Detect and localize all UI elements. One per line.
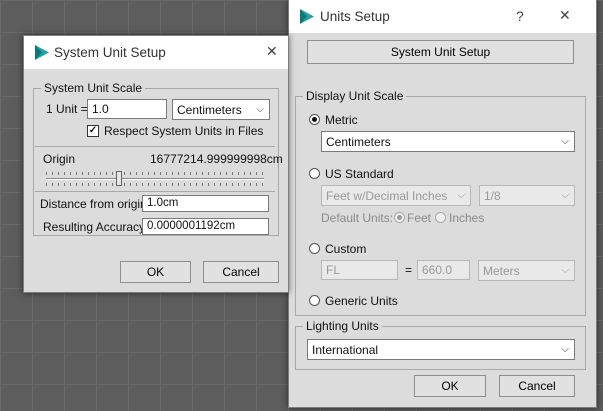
system-unit-scale-label: System Unit Scale — [41, 81, 146, 95]
display-unit-scale-group: Display Unit Scale — [295, 89, 586, 316]
close-icon[interactable]: ✕ — [559, 7, 571, 24]
one-unit-value: 1.0 — [92, 102, 109, 116]
metric-label: Metric — [325, 113, 358, 127]
distance-from-origin-label: Distance from origin: — [40, 197, 151, 211]
slider-ticks-bottom — [46, 183, 264, 186]
custom-unit-value: Meters — [483, 264, 520, 278]
system-unit-value: Centimeters — [177, 103, 242, 117]
help-button[interactable]: ? — [516, 8, 524, 24]
3ds-max-icon — [35, 45, 49, 60]
units-setup-cancel-button[interactable]: Cancel — [499, 375, 575, 397]
chevron-down-icon: ⌵ — [561, 190, 569, 201]
chevron-down-icon: ⌵ — [457, 190, 465, 201]
system-unit-select[interactable]: Centimeters ⌵ — [172, 99, 270, 120]
lighting-units-select[interactable]: International ⌵ — [307, 339, 575, 360]
system-unit-setup-title: System Unit Setup — [54, 45, 166, 60]
origin-value: 16777214.999999998cm — [150, 152, 283, 166]
one-unit-label: 1 Unit = — [46, 102, 88, 116]
resulting-accuracy-label: Resulting Accuracy: — [43, 220, 149, 234]
lighting-units-label: Lighting Units — [303, 319, 382, 333]
units-setup-title: Units Setup — [320, 9, 390, 24]
custom-equals-label: = — [405, 263, 413, 277]
distance-from-origin-input[interactable]: 1.0cm — [142, 195, 269, 212]
3ds-max-icon — [300, 9, 314, 24]
units-setup-dialog: Units Setup ? ✕ System Unit Setup Displa… — [288, 0, 597, 408]
respect-system-units-label: Respect System Units in Files — [104, 124, 264, 138]
chevron-down-icon: ⌵ — [561, 136, 569, 147]
custom-label: Custom — [325, 242, 367, 256]
us-fraction-select[interactable]: 1/8 ⌵ — [479, 185, 575, 206]
chevron-down-icon: ⌵ — [561, 344, 569, 355]
distance-divider — [35, 191, 275, 192]
resulting-accuracy-input[interactable]: 0.0000001192cm — [142, 218, 269, 235]
distance-from-origin-value: 1.0cm — [147, 197, 179, 209]
origin-divider — [35, 146, 275, 147]
system-unit-setup-button[interactable]: System Unit Setup — [307, 40, 574, 64]
default-units-label: Default Units: — [321, 211, 394, 225]
generic-units-radio[interactable] — [309, 295, 320, 306]
close-icon[interactable]: ✕ — [266, 43, 278, 60]
metric-unit-value: Centimeters — [326, 135, 391, 149]
us-standard-value: Feet w/Decimal Inches — [326, 189, 448, 203]
display-unit-scale-label: Display Unit Scale — [303, 89, 407, 103]
system-unit-setup-titlebar[interactable]: System Unit Setup ✕ — [24, 36, 288, 69]
us-standard-radio[interactable] — [309, 168, 320, 179]
origin-label: Origin — [43, 152, 76, 166]
slider-ticks — [46, 172, 264, 175]
metric-radio[interactable] — [309, 114, 320, 125]
us-standard-label: US Standard — [325, 167, 394, 181]
origin-slider[interactable] — [46, 169, 264, 191]
custom-radio[interactable] — [309, 243, 320, 254]
chevron-down-icon: ⌵ — [256, 104, 264, 115]
chevron-down-icon: ⌵ — [561, 265, 569, 276]
system-unit-ok-button[interactable]: OK — [120, 261, 191, 283]
us-fraction-value: 1/8 — [484, 189, 501, 203]
feet-label: Feet — [407, 211, 432, 225]
system-unit-cancel-button[interactable]: Cancel — [203, 261, 279, 283]
generic-units-label: Generic Units — [325, 294, 398, 308]
inches-radio[interactable] — [435, 212, 446, 223]
respect-system-units-checkbox[interactable]: ✓ — [87, 125, 99, 137]
custom-name-input[interactable]: FL — [321, 260, 398, 280]
slider-thumb[interactable] — [116, 171, 122, 186]
custom-unit-select[interactable]: Meters ⌵ — [478, 260, 575, 281]
custom-value: 660.0 — [422, 263, 453, 277]
units-setup-ok-button[interactable]: OK — [414, 375, 486, 397]
custom-name-value: FL — [326, 263, 341, 277]
custom-value-input[interactable]: 660.0 — [417, 260, 470, 280]
units-setup-titlebar[interactable]: Units Setup ? ✕ — [289, 0, 596, 33]
one-unit-input[interactable]: 1.0 — [87, 99, 167, 119]
slider-track — [46, 178, 264, 180]
system-unit-setup-dialog: System Unit Setup ✕ System Unit Scale 1 … — [23, 35, 289, 293]
us-standard-select[interactable]: Feet w/Decimal Inches ⌵ — [321, 185, 471, 206]
inches-label: Inches — [449, 211, 485, 225]
metric-unit-select[interactable]: Centimeters ⌵ — [321, 131, 575, 152]
resulting-accuracy-value: 0.0000001192cm — [147, 220, 236, 232]
lighting-units-value: International — [312, 343, 379, 357]
feet-radio[interactable] — [394, 212, 405, 223]
